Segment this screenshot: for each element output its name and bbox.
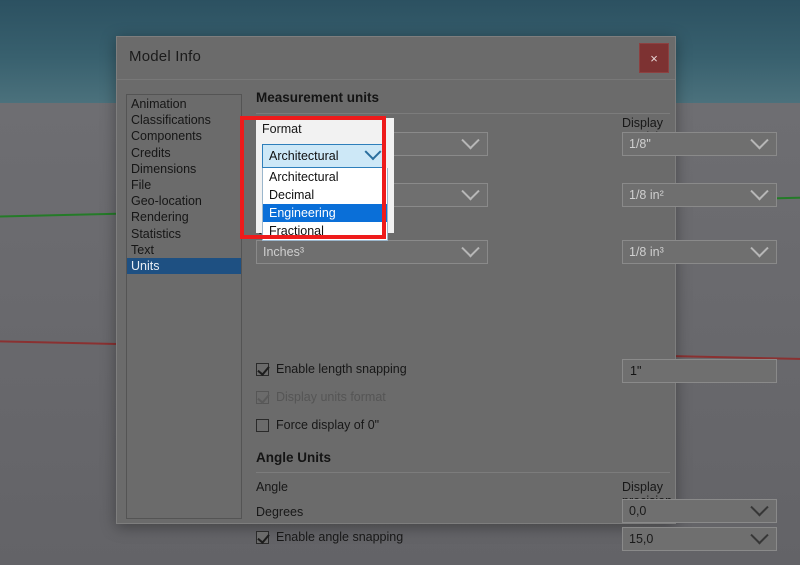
enable-length-snapping-row[interactable]: Enable length snapping (256, 362, 407, 376)
length-snap-input[interactable]: 1" (622, 359, 777, 383)
sidebar-item-statistics[interactable]: Statistics (127, 226, 241, 242)
volume-units-value: Inches³ (263, 245, 304, 259)
dialog-title: Model Info (129, 48, 202, 65)
volume-precision-select[interactable]: 1/8 in³ (622, 238, 777, 264)
sidebar-item-credits[interactable]: Credits (127, 145, 241, 161)
format-option-decimal[interactable]: Decimal (263, 186, 387, 204)
category-list[interactable]: Animation Classifications Components Cre… (126, 94, 242, 519)
sidebar-item-components[interactable]: Components (127, 128, 241, 144)
model-info-dialog: Model Info × Animation Classifications C… (116, 36, 777, 551)
format-select[interactable]: Architectural (262, 143, 386, 168)
sidebar-item-rendering[interactable]: Rendering (127, 209, 241, 225)
force-display-zero-label: Force display of 0" (276, 418, 380, 432)
format-option-fractional[interactable]: Fractional (263, 222, 387, 240)
area-precision-value: 1/8 in² (629, 188, 664, 202)
checkbox-checked-icon[interactable] (256, 530, 270, 544)
angle-units-divider (256, 472, 670, 473)
checkbox-unchecked-icon[interactable] (256, 418, 269, 432)
chevron-down-icon (461, 238, 480, 257)
sidebar-item-classifications[interactable]: Classifications (127, 112, 241, 128)
format-label: Format (262, 122, 302, 136)
force-display-zero-row[interactable]: Force display of 0" (256, 418, 379, 432)
enable-length-snapping-label: Enable length snapping (276, 362, 407, 376)
display-units-format-label: Display units format (276, 390, 386, 404)
chevron-down-icon (461, 130, 480, 149)
sidebar-item-units[interactable]: Units (127, 257, 241, 275)
format-selected-value: Architectural (269, 149, 339, 163)
degrees-label: Degrees (256, 505, 304, 519)
format-option-architectural[interactable]: Architectural (263, 168, 387, 186)
sidebar-item-text[interactable]: Text (127, 242, 241, 258)
measurement-units-divider (256, 113, 670, 114)
chevron-down-icon (750, 181, 769, 200)
chevron-down-icon (750, 238, 769, 257)
volume-units-select[interactable]: Inches³ (256, 238, 488, 264)
volume-precision-value: 1/8 in³ (629, 245, 664, 259)
length-precision-value: 1/8" (629, 137, 651, 151)
enable-angle-snapping-row[interactable]: Enable angle snapping (256, 530, 403, 544)
chevron-down-icon (750, 130, 769, 149)
display-units-format-row: Display units format (256, 390, 386, 404)
checkbox-checked-icon[interactable] (256, 362, 270, 376)
sidebar-item-geo-location[interactable]: Geo-location (127, 193, 241, 209)
angle-snap-select[interactable]: 15,0 (622, 525, 777, 551)
length-snap-value: 1" (630, 364, 642, 378)
close-icon[interactable]: × (639, 43, 669, 73)
sidebar-item-dimensions[interactable]: Dimensions (127, 161, 241, 177)
format-option-engineering[interactable]: Engineering (263, 204, 387, 222)
dialog-body: Animation Classifications Components Cre… (117, 80, 777, 551)
angle-snap-value: 15,0 (629, 532, 654, 546)
enable-angle-snapping-label: Enable angle snapping (276, 530, 404, 544)
area-precision-select[interactable]: 1/8 in² (622, 181, 777, 207)
dialog-titlebar[interactable]: Model Info × (117, 37, 675, 80)
chevron-down-icon (750, 525, 769, 544)
degrees-precision-select[interactable]: 0,0 (622, 497, 777, 523)
sidebar-item-file[interactable]: File (127, 177, 241, 193)
format-options-list[interactable]: Architectural Decimal Engineering Fracti… (262, 168, 388, 241)
measurement-units-heading: Measurement units (256, 90, 380, 105)
degrees-precision-value: 0,0 (629, 504, 647, 518)
angle-units-heading: Angle Units (256, 450, 332, 465)
checkbox-checked-disabled-icon (256, 390, 270, 404)
chevron-down-icon (461, 181, 480, 200)
chevron-down-icon (750, 497, 769, 516)
chevron-down-icon (364, 143, 382, 161)
length-precision-select[interactable]: 1/8" (622, 130, 777, 156)
units-settings-panel: Measurement units Display precision 1/8"… (250, 80, 777, 551)
angle-label: Angle (256, 480, 288, 494)
sidebar-item-animation[interactable]: Animation (127, 96, 241, 112)
